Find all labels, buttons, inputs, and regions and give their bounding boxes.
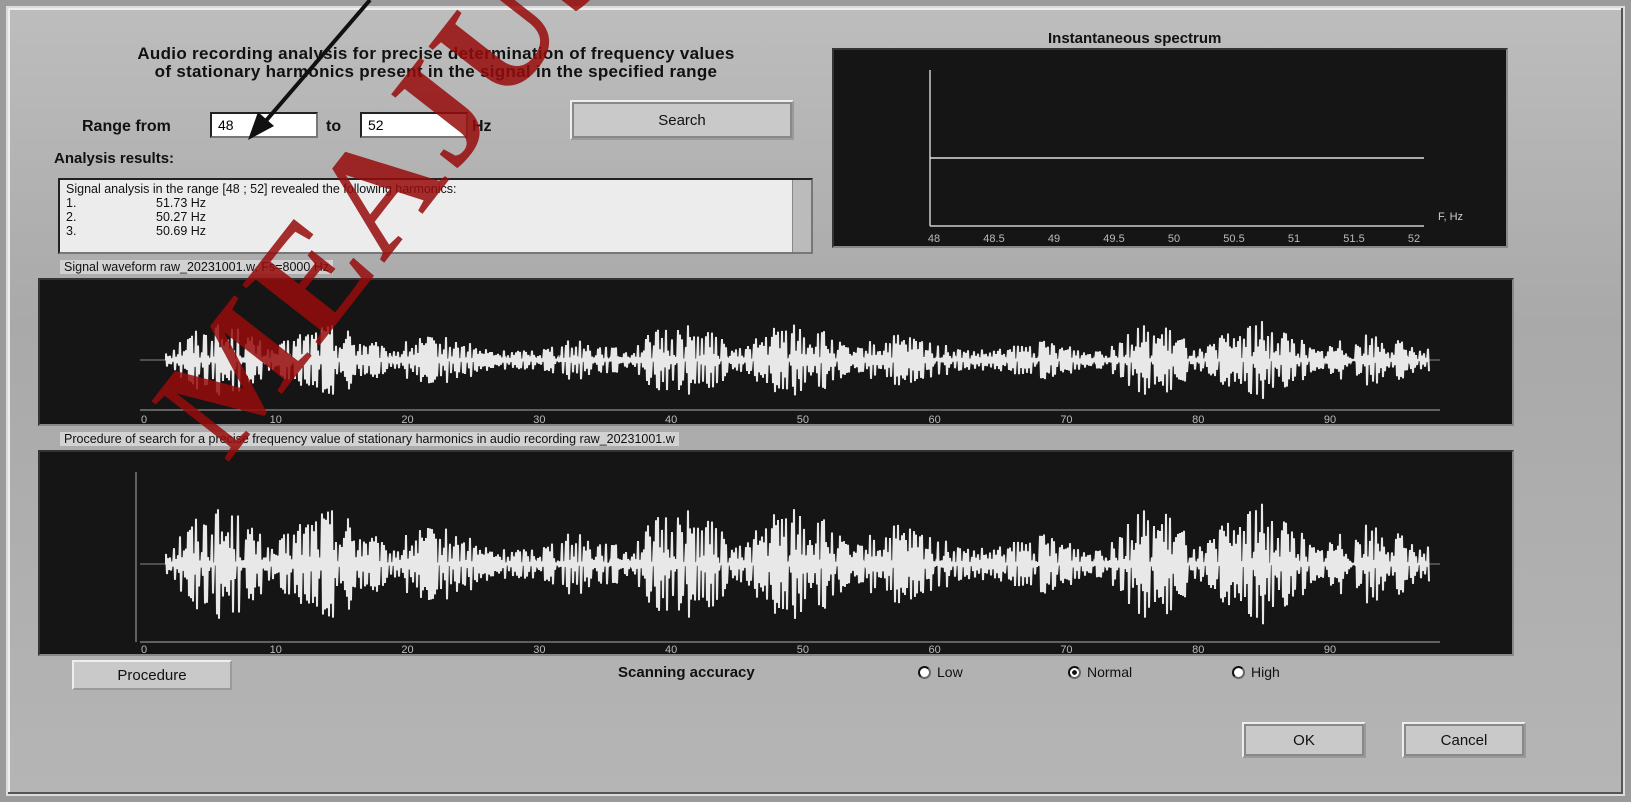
detail-tick-label: 30 [533,644,545,654]
range-to-input[interactable] [360,112,468,138]
results-scrollbar[interactable] [792,180,811,252]
results-summary: Signal analysis in the range [48 ; 52] r… [66,182,457,196]
radio-dot-icon [1232,665,1245,679]
detail-plot: 0 10 20 30 40 50 60 70 80 90 [135,472,1440,656]
spectrum-tick-label: 50 [1168,233,1180,245]
range-from-label: Range from [82,118,171,135]
waveform-tick-label: 60 [929,414,941,424]
detail-tick-label: 90 [1324,644,1336,654]
spectrum-x-unit: F, Hz [1438,211,1463,223]
waveform-tick-label: 20 [401,414,413,424]
procedure-button[interactable]: Procedure [72,660,232,690]
waveform-trace [165,321,1430,399]
waveform-tick-label: 40 [665,414,677,424]
spectrum-tick-label: 51.5 [1343,233,1364,245]
list-item: 1. 51.73 Hz [66,196,207,210]
radio-dot-icon [918,665,931,679]
detail-trace [165,503,1430,625]
spectrum-panel: 48 48.5 49 49.5 50 50.5 51 51.5 52 F, Hz [832,48,1508,248]
spectrum-tick-label: 48.5 [983,233,1004,245]
ok-button[interactable]: OK [1242,722,1366,758]
waveform-tick-label: 80 [1192,414,1204,424]
waveform-tick-label: 50 [797,414,809,424]
waveform-tick-label: 90 [1324,414,1336,424]
spectrum-tick-label: 49.5 [1103,233,1124,245]
waveform-tick-label: 70 [1060,414,1072,424]
waveform-caption: Signal waveform raw_20231001.w, Fs=8000 … [60,260,334,274]
list-item: 3. 50.69 Hz [66,224,207,238]
waveform-plot: 0 10 20 30 40 50 60 70 80 90 [140,321,1440,426]
detail-tick-label: 20 [401,644,413,654]
detail-tick-label: 70 [1060,644,1072,654]
spectrum-plot: 48 48.5 49 49.5 50 50.5 51 51.5 52 F, Hz [928,70,1463,245]
detail-tick-label: 60 [929,644,941,654]
range-unit-label: Hz [472,118,492,135]
spectrum-tick-label: 49 [1048,233,1060,245]
detail-tick-label: 50 [797,644,809,654]
accuracy-normal-radio[interactable]: Normal [1068,664,1132,680]
spectrum-tick-label: 48 [928,233,940,245]
spectrum-tick-label: 51 [1288,233,1300,245]
spectrum-tick-label: 50.5 [1223,233,1244,245]
radio-dot-icon [1068,665,1081,679]
analysis-results-heading: Analysis results: [54,150,175,167]
detail-panel: 0 10 20 30 40 50 60 70 80 90 [38,450,1514,656]
waveform-panel: 0 10 20 30 40 50 60 70 80 90 [38,278,1514,426]
detail-tick-label: 10 [270,644,282,654]
spectrum-title: Instantaneous spectrum [1048,30,1222,47]
dialog-title-line2: of stationary harmonics present in the s… [154,62,718,81]
dialog-title-line1: Audio recording analysis for precise det… [137,44,735,63]
spectrum-tick-label: 52 [1408,233,1420,245]
range-to-label: to [326,118,342,135]
detail-tick-label: 80 [1192,644,1204,654]
analysis-dialog: Audio recording analysis for precise det… [6,6,1625,796]
waveform-tick-label: 30 [533,414,545,424]
results-list: Signal analysis in the range [48 ; 52] r… [58,178,813,254]
range-from-input[interactable] [210,112,318,138]
cancel-button[interactable]: Cancel [1402,722,1526,758]
waveform-tick-label: 10 [270,414,282,424]
scanning-accuracy-label: Scanning accuracy [618,664,755,681]
detail-tick-label: 0 [141,644,147,654]
accuracy-low-radio[interactable]: Low [918,664,963,680]
waveform-tick-label: 0 [141,414,147,424]
accuracy-high-radio[interactable]: High [1232,664,1280,680]
list-item: 2. 50.27 Hz [66,210,207,224]
detail-caption: Procedure of search for a precise freque… [60,432,679,446]
detail-tick-label: 40 [665,644,677,654]
search-button[interactable]: Search [570,100,794,140]
